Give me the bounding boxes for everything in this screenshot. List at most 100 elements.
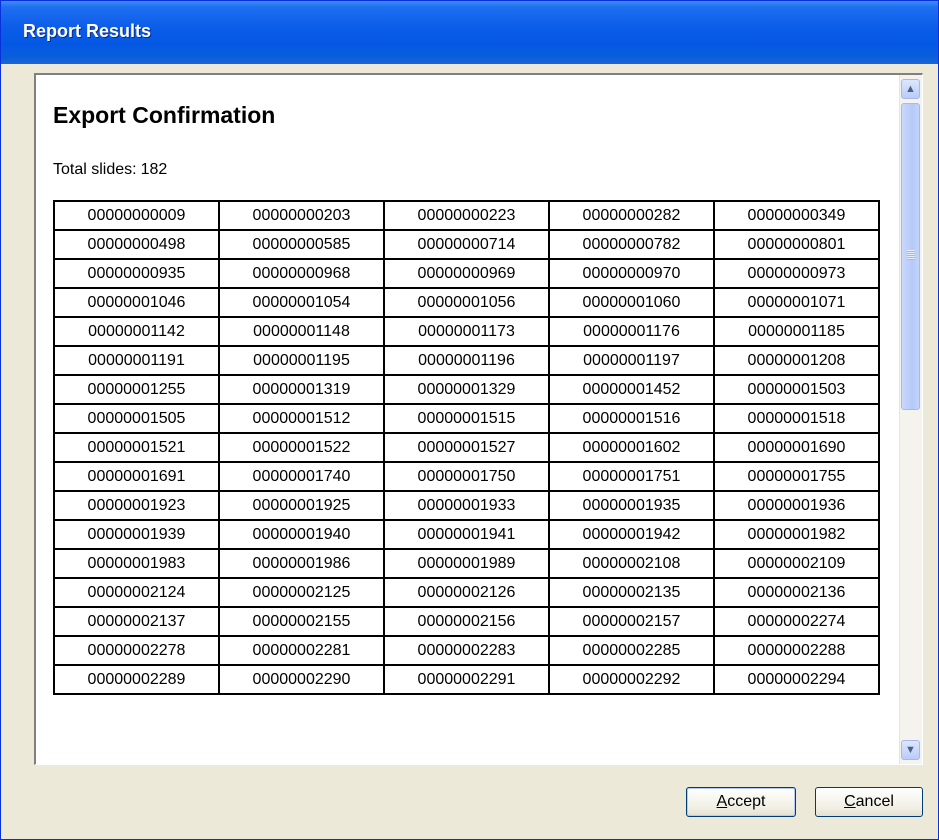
slide-id-cell: 00000000203 xyxy=(218,200,385,231)
slide-id-cell: 00000001148 xyxy=(218,316,385,347)
table-row: 00000001255 00000001319 00000001329 0000000… xyxy=(53,374,880,405)
table-row: 00000002124 00000002125 00000002126 0000000… xyxy=(53,577,880,608)
slides-table: 00000000009 00000000203 00000000223 0000000… xyxy=(53,200,880,695)
slide-id-cell: 00000002292 xyxy=(548,664,715,695)
slide-id-cell: 00000002135 xyxy=(548,577,715,608)
total-slides-value: 182 xyxy=(140,161,168,178)
slide-id-cell: 00000001060 xyxy=(548,287,715,318)
table-row: 00000001983 00000001986 00000001989 0000000… xyxy=(53,548,880,579)
vertical-scrollbar[interactable]: ▲ ▼ xyxy=(899,75,922,764)
table-row: 00000000009 00000000203 00000000223 0000000… xyxy=(53,200,880,231)
slide-id-cell: 00000001518 xyxy=(713,403,880,434)
table-row: 00000001191 00000001195 00000001196 0000000… xyxy=(53,345,880,376)
slide-id-cell: 00000001196 xyxy=(383,345,550,376)
slide-id-cell: 00000001197 xyxy=(548,345,715,376)
slide-id-cell: 00000000973 xyxy=(713,258,880,289)
scroll-up-arrow-icon: ▲ xyxy=(905,83,916,95)
slide-id-cell: 00000001173 xyxy=(383,316,550,347)
accept-button[interactable]: Accept xyxy=(686,787,796,817)
slide-id-cell: 00000001986 xyxy=(218,548,385,579)
slide-id-cell: 00000001516 xyxy=(548,403,715,434)
slide-id-cell: 00000001989 xyxy=(383,548,550,579)
table-row: 00000002137 00000002155 00000002156 0000000… xyxy=(53,606,880,637)
slide-id-cell: 00000001740 xyxy=(218,461,385,492)
slide-id-cell: 00000002294 xyxy=(713,664,880,695)
cancel-button[interactable]: Cancel xyxy=(815,787,923,817)
slide-id-cell: 00000001936 xyxy=(713,490,880,521)
slide-id-cell: 00000001939 xyxy=(53,519,220,550)
table-row: 00000001142 00000001148 00000001173 0000000… xyxy=(53,316,880,347)
slide-id-cell: 00000002125 xyxy=(218,577,385,608)
slide-id-cell: 00000001191 xyxy=(53,345,220,376)
slide-id-cell: 00000001982 xyxy=(713,519,880,550)
slide-id-cell: 00000002285 xyxy=(548,635,715,666)
slide-id-cell: 00000000349 xyxy=(713,200,880,231)
slide-id-cell: 00000001176 xyxy=(548,316,715,347)
slide-id-cell: 00000000968 xyxy=(218,258,385,289)
slide-id-cell: 00000001602 xyxy=(548,432,715,463)
slide-id-cell: 00000002157 xyxy=(548,606,715,637)
slide-id-cell: 00000002290 xyxy=(218,664,385,695)
slide-id-cell: 00000002291 xyxy=(383,664,550,695)
table-row: 00000001521 00000001522 00000001527 0000000… xyxy=(53,432,880,463)
slide-id-cell: 00000002289 xyxy=(53,664,220,695)
table-row: 00000001505 00000001512 00000001515 0000000… xyxy=(53,403,880,434)
slide-id-cell: 00000001208 xyxy=(713,345,880,376)
slide-id-cell: 00000001185 xyxy=(713,316,880,347)
slide-id-cell: 00000002155 xyxy=(218,606,385,637)
slide-id-cell: 00000000714 xyxy=(383,229,550,260)
table-row: 00000001691 00000001740 00000001750 0000000… xyxy=(53,461,880,492)
grip-icon xyxy=(907,250,915,260)
slide-id-cell: 00000001691 xyxy=(53,461,220,492)
slide-id-cell: 00000001521 xyxy=(53,432,220,463)
slide-id-cell: 00000001755 xyxy=(713,461,880,492)
slide-id-cell: 00000001046 xyxy=(53,287,220,318)
slide-id-cell: 00000001071 xyxy=(713,287,880,318)
slide-id-cell: 00000002283 xyxy=(383,635,550,666)
slide-id-cell: 00000001522 xyxy=(218,432,385,463)
slide-id-cell: 00000002136 xyxy=(713,577,880,608)
slide-id-cell: 00000001527 xyxy=(383,432,550,463)
scroll-down-button[interactable]: ▼ xyxy=(901,740,920,760)
table-row: 00000001046 00000001054 00000001056 0000000… xyxy=(53,287,880,318)
total-slides-label: Total slides: xyxy=(53,161,137,178)
window-title: Report Results xyxy=(23,21,152,41)
slide-id-cell: 00000002126 xyxy=(383,577,550,608)
slide-id-cell: 00000000935 xyxy=(53,258,220,289)
slide-id-cell: 00000002109 xyxy=(713,548,880,579)
slide-id-cell: 00000001940 xyxy=(218,519,385,550)
table-row: 00000001939 00000001940 00000001941 0000000… xyxy=(53,519,880,550)
slide-id-cell: 00000001983 xyxy=(53,548,220,579)
slide-id-cell: 00000001319 xyxy=(218,374,385,405)
total-slides: Total slides: 182 xyxy=(53,161,167,179)
slide-id-cell: 00000002108 xyxy=(548,548,715,579)
slide-id-cell: 00000001690 xyxy=(713,432,880,463)
scrollbar-thumb[interactable] xyxy=(901,103,920,410)
slide-id-cell: 00000001195 xyxy=(218,345,385,376)
slide-id-cell: 00000000970 xyxy=(548,258,715,289)
slide-id-cell: 00000000498 xyxy=(53,229,220,260)
slide-id-cell: 00000002288 xyxy=(713,635,880,666)
slide-id-cell: 00000002124 xyxy=(53,577,220,608)
slide-id-cell: 00000001515 xyxy=(383,403,550,434)
slide-id-cell: 00000002281 xyxy=(218,635,385,666)
slide-id-cell: 00000000782 xyxy=(548,229,715,260)
title-bar[interactable]: Report Results xyxy=(1,1,938,64)
scroll-down-arrow-icon: ▼ xyxy=(905,744,916,756)
slide-id-cell: 00000001503 xyxy=(713,374,880,405)
slide-id-cell: 00000001941 xyxy=(383,519,550,550)
accept-label: ccept xyxy=(727,793,766,810)
slide-id-cell: 00000001054 xyxy=(218,287,385,318)
slide-id-cell: 00000001255 xyxy=(53,374,220,405)
slide-id-cell: 00000001750 xyxy=(383,461,550,492)
page-title: Export Confirmation xyxy=(53,102,276,128)
slide-id-cell: 00000000009 xyxy=(53,200,220,231)
scroll-up-button[interactable]: ▲ xyxy=(901,79,920,99)
slide-id-cell: 00000000282 xyxy=(548,200,715,231)
table-row: 00000001923 00000001925 00000001933 0000000… xyxy=(53,490,880,521)
slide-id-cell: 00000001923 xyxy=(53,490,220,521)
accept-mnemonic: A xyxy=(716,793,728,810)
slide-id-cell: 00000001942 xyxy=(548,519,715,550)
slide-id-cell: 00000001056 xyxy=(383,287,550,318)
slide-id-cell: 00000001935 xyxy=(548,490,715,521)
